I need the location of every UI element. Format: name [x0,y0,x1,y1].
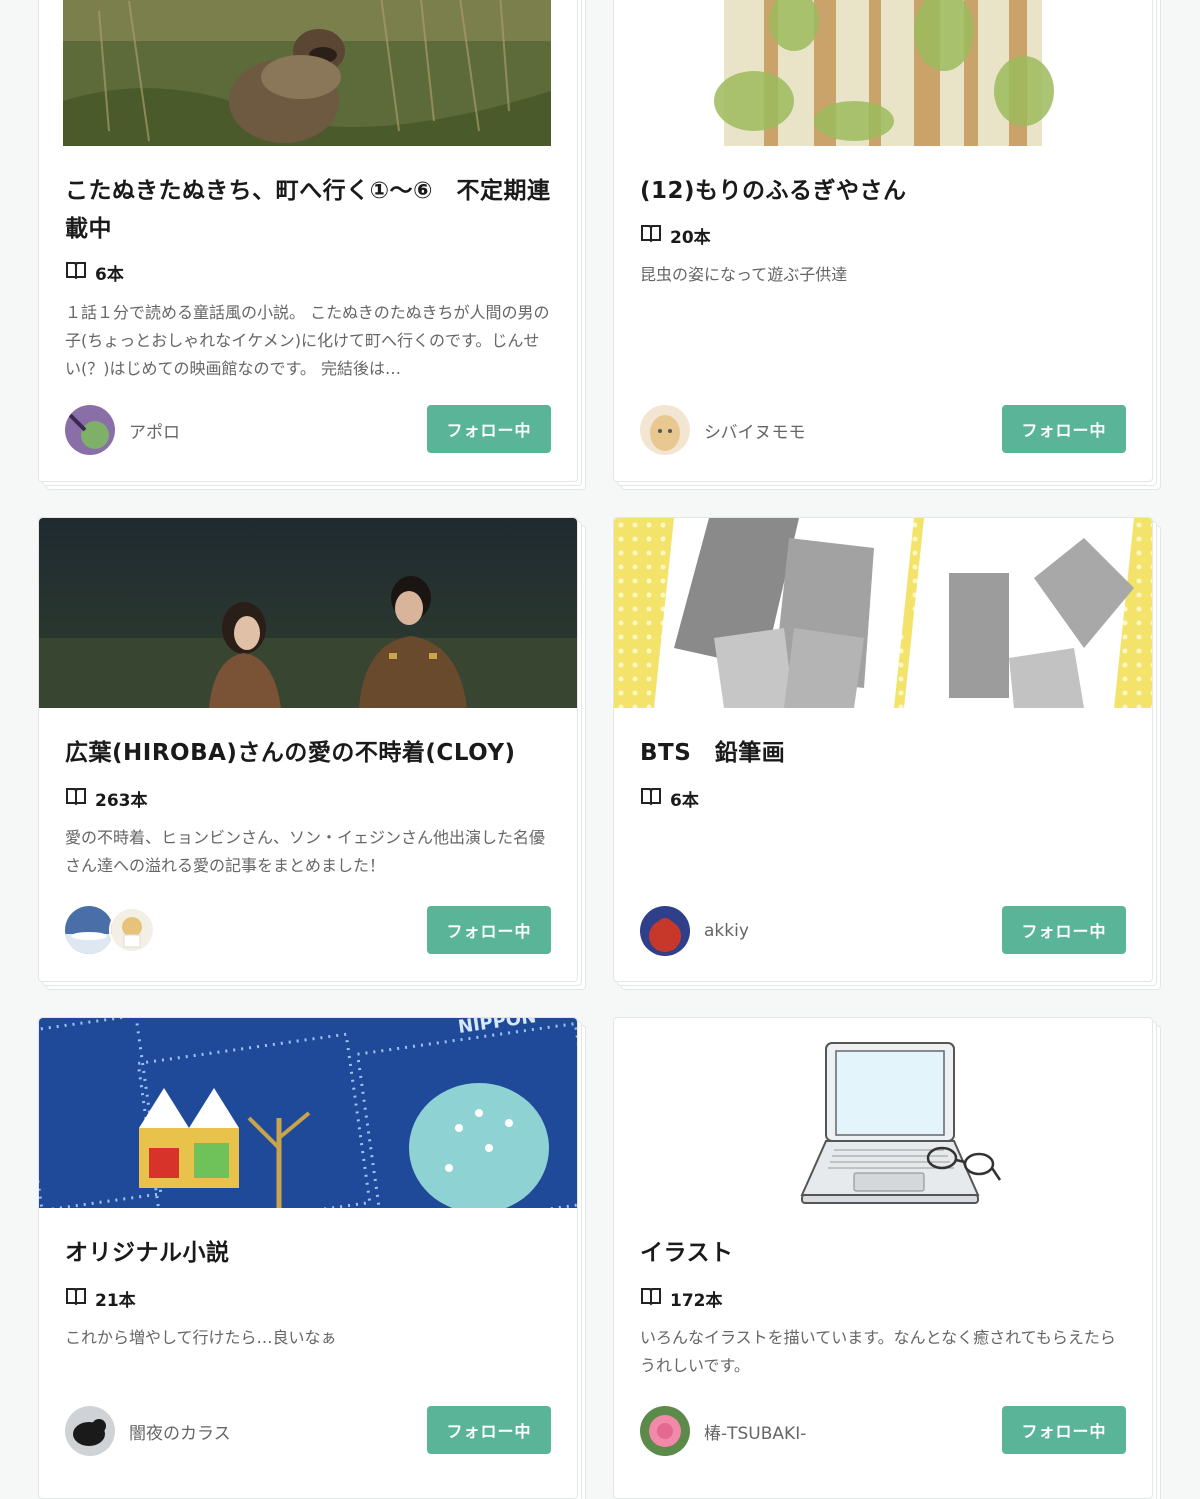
magazine-card[interactable]: NIPPON オリジナル小説 21本 これから増やして行けたら…良いなぁ 闇夜の… [38,1017,578,1499]
avatar[interactable] [640,1406,690,1456]
magazine-thumbnail[interactable] [614,518,1152,708]
article-count: 20本 [640,223,711,248]
magazine-card[interactable]: こたぬきたぬきち、町へ行く①〜⑥ 不定期連載中 6本 １話１分で読める童話風の小… [38,0,578,482]
follow-button[interactable]: フォロー中 [1002,1406,1126,1454]
magazine-title[interactable]: BTS 鉛筆画 [640,734,1130,772]
author[interactable]: シバイヌモモ [640,405,806,455]
article-count-value: 21本 [95,1291,136,1311]
magazine-description: 愛の不時着、ヒョンビンさん、ソン・イェジンさん他出演した名優さん達への溢れる愛の… [65,828,546,875]
avatar[interactable] [109,907,155,953]
book-open-icon [65,1286,87,1311]
magazine-title[interactable]: こたぬきたぬきち、町へ行く①〜⑥ 不定期連載中 [65,172,555,248]
magazine-title[interactable]: イラスト [640,1234,1130,1272]
magazine-description: １話１分で読める童話風の小説。 こたぬきのたぬきちが人間の男の子(ちょっとおしゃ… [65,303,550,378]
book-open-icon [640,223,662,248]
follow-button[interactable]: フォロー中 [1002,906,1126,954]
magazine-thumbnail[interactable] [39,518,577,708]
magazine-title[interactable]: (12)もりのふるぎやさん [640,172,1130,210]
magazine-title[interactable]: 広葉(HIROBA)さんの愛の不時着(CLOY) [65,734,555,772]
magazine-thumbnail[interactable] [614,0,1152,146]
follow-button[interactable]: フォロー中 [1002,405,1126,453]
book-open-icon [640,786,662,811]
magazine-card[interactable]: イラスト 172本 いろんなイラストを描いています。なんとなく癒されてもらえたら… [613,1017,1153,1499]
magazine-description: いろんなイラストを描いています。なんとなく癒されてもらえたらうれしいです。 [640,1328,1116,1375]
book-open-icon [65,260,87,285]
avatar[interactable] [65,906,113,954]
article-count-value: 6本 [670,791,699,811]
book-open-icon [640,1286,662,1311]
magazine-title[interactable]: オリジナル小説 [65,1234,555,1272]
author[interactable]: akkiy [640,906,749,956]
author-name[interactable]: akkiy [704,921,749,941]
magazine-description: これから増やして行けたら…良いなぁ [65,1328,337,1347]
author[interactable]: 闇夜のカラス [65,1406,231,1456]
article-count: 263本 [65,786,148,811]
avatar[interactable] [65,405,115,455]
magazine-card[interactable]: 広葉(HIROBA)さんの愛の不時着(CLOY) 263本 愛の不時着、ヒョンビ… [38,517,578,982]
avatar[interactable] [640,405,690,455]
magazine-thumbnail[interactable]: NIPPON [39,1018,577,1208]
author-group[interactable] [65,906,155,954]
article-count: 172本 [640,1286,723,1311]
article-count: 6本 [640,786,699,811]
magazine-card[interactable]: (12)もりのふるぎやさん 20本 昆虫の姿になって遊ぶ子供達 シバイヌモモ フ… [613,0,1153,482]
article-count-value: 263本 [95,791,148,811]
follow-button[interactable]: フォロー中 [427,405,551,453]
article-count-value: 6本 [95,265,124,285]
article-count: 21本 [65,1286,136,1311]
avatar[interactable] [640,906,690,956]
author[interactable]: アポロ [65,405,180,455]
author-name[interactable]: 椿-TSUBAKI- [704,1419,806,1444]
follow-button[interactable]: フォロー中 [427,1406,551,1454]
author[interactable]: 椿-TSUBAKI- [640,1406,806,1456]
magazine-thumbnail[interactable] [614,1018,1152,1208]
article-count-value: 172本 [670,1291,723,1311]
author-name[interactable]: シバイヌモモ [704,418,806,443]
avatar[interactable] [65,1406,115,1456]
magazine-description: 昆虫の姿になって遊ぶ子供達 [640,265,848,284]
author-name[interactable]: 闇夜のカラス [129,1419,231,1444]
follow-button[interactable]: フォロー中 [427,906,551,954]
article-count-value: 20本 [670,228,711,248]
author-name[interactable]: アポロ [129,418,180,443]
magazine-card[interactable]: BTS 鉛筆画 6本 akkiy フォロー中 [613,517,1153,982]
magazine-thumbnail[interactable] [39,0,577,146]
book-open-icon [65,786,87,811]
article-count: 6本 [65,260,124,285]
